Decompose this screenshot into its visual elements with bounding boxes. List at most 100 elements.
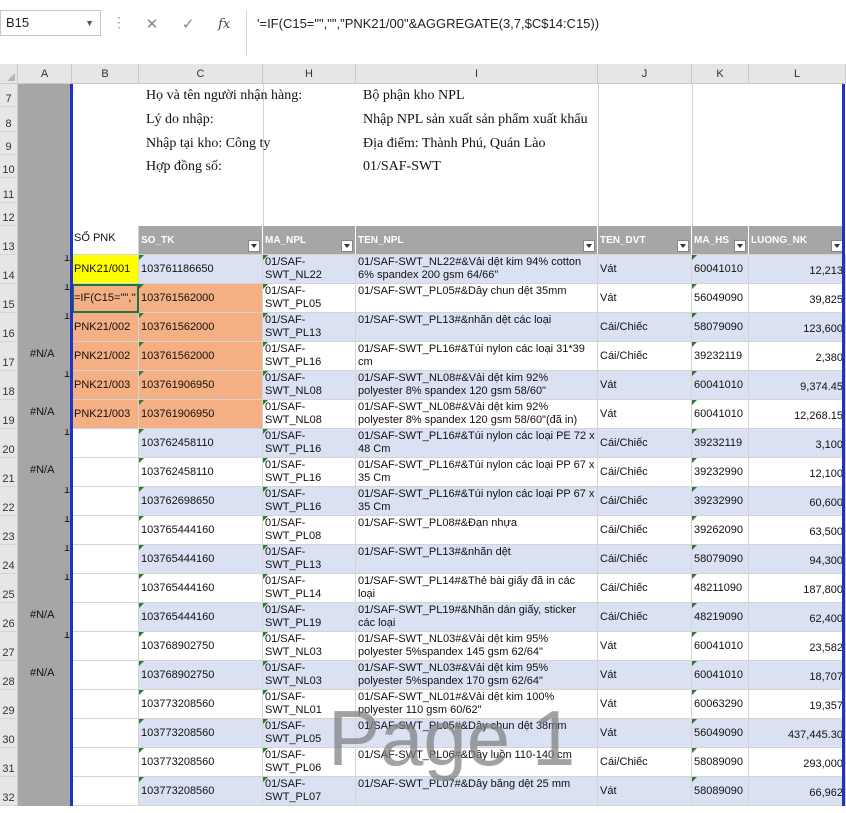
column-header-l[interactable]: L	[749, 64, 846, 84]
row-header[interactable]: 13	[0, 226, 18, 255]
cell-l[interactable]	[749, 132, 846, 155]
name-box[interactable]: B15 ▼	[0, 10, 101, 36]
chevron-down-icon[interactable]: ▼	[85, 11, 94, 35]
cell-j[interactable]: Cái/Chiếc	[598, 545, 692, 574]
cell-h[interactable]: 01/SAF-SWT_NL01	[263, 690, 356, 719]
cell-l[interactable]: 293,000	[749, 748, 846, 777]
row-header[interactable]: 22	[0, 487, 18, 516]
cell-c[interactable]: 103768902750	[139, 661, 263, 690]
info-label[interactable]: Hợp đồng số:	[146, 155, 356, 178]
cell-l[interactable]: 3,100	[749, 429, 846, 458]
column-header-k[interactable]: K	[692, 64, 749, 84]
cell-h[interactable]: 01/SAF-SWT_PL05	[263, 719, 356, 748]
row-header[interactable]: 17	[0, 342, 18, 371]
cell-h[interactable]: 01/SAF-SWT_PL13	[263, 313, 356, 342]
cell-i[interactable]: 01/SAF-SWT_NL03#&Vải dệt kim 95% polyest…	[356, 661, 598, 690]
cell-k[interactable]: 39232990	[692, 487, 749, 516]
cell-i[interactable]: 01/SAF-SWT_PL16#&Túi nylon các loại PP 6…	[356, 487, 598, 516]
cell-j[interactable]: Cái/Chiếc	[598, 429, 692, 458]
info-value[interactable]: Địa điểm: Thành Phú, Quán Lào	[363, 132, 603, 155]
cell-l[interactable]: 60,600	[749, 487, 846, 516]
cell-i[interactable]: 01/SAF-SWT_PL19#&Nhãn dán giấy, sticker …	[356, 603, 598, 632]
cell-k[interactable]: 48211090	[692, 574, 749, 603]
cell-h[interactable]: 01/SAF-SWT_PL07	[263, 777, 356, 806]
cell-h[interactable]: 01/SAF-SWT_PL16	[263, 429, 356, 458]
cell-l[interactable]: 12,268.15	[749, 400, 846, 429]
cell-j[interactable]: Cái/Chiếc	[598, 603, 692, 632]
cell-k[interactable]: 39232119	[692, 429, 749, 458]
row-header[interactable]: 18	[0, 371, 18, 400]
cell-j[interactable]: Vát	[598, 719, 692, 748]
cell-k[interactable]: 56049090	[692, 719, 749, 748]
cell-i[interactable]: 01/SAF-SWT_PL07#&Dây băng dệt 25 mm	[356, 777, 598, 806]
row-header[interactable]: 9	[0, 132, 18, 155]
row-header[interactable]: 11	[0, 178, 18, 203]
cell-b[interactable]	[72, 429, 139, 458]
row-header[interactable]: 31	[0, 748, 18, 777]
row-header[interactable]: 30	[0, 719, 18, 748]
cell-b[interactable]	[72, 155, 139, 178]
cell-b[interactable]: =IF(C15="","","	[72, 284, 139, 313]
cell-j[interactable]: Cái/Chiếc	[598, 313, 692, 342]
cell-c[interactable]: 103765444160	[139, 545, 263, 574]
cell-c[interactable]: 103761562000	[139, 342, 263, 371]
row-header[interactable]: 23	[0, 516, 18, 545]
cell-c[interactable]: 103768902750	[139, 632, 263, 661]
cell-a[interactable]: #N/A	[18, 603, 72, 632]
formula-bar[interactable]: '=IF(C15="","","PNK21/00"&AGGREGATE(3,7,…	[246, 10, 846, 56]
row-header[interactable]: 24	[0, 545, 18, 574]
cell-b[interactable]	[72, 777, 139, 806]
cell-k[interactable]	[692, 132, 749, 155]
cell-b[interactable]	[72, 719, 139, 748]
cell-c[interactable]: 103762458110	[139, 458, 263, 487]
cell-i[interactable]: 01/SAF-SWT_PL08#&Đạn nhựa	[356, 516, 598, 545]
row-header[interactable]: 8	[0, 107, 18, 132]
cell-j[interactable]: Vát	[598, 255, 692, 284]
cell-l[interactable]: 94,300	[749, 545, 846, 574]
cell-b[interactable]	[72, 690, 139, 719]
cell-h[interactable]	[263, 178, 356, 203]
cell-l[interactable]: 123,600	[749, 313, 846, 342]
cell-i[interactable]: 01/SAF-SWT_NL22#&Vải dệt kim 94% cotton …	[356, 255, 598, 284]
cell-j[interactable]	[598, 132, 692, 155]
cell-b[interactable]	[72, 661, 139, 690]
cell-c[interactable]: 103762458110	[139, 429, 263, 458]
cell-j[interactable]: Cái/Chiếc	[598, 748, 692, 777]
cell-a[interactable]	[18, 777, 72, 806]
cell-i[interactable]	[356, 178, 598, 203]
cell-i[interactable]: 01/SAF-SWT_PL13#&nhãn dệt	[356, 545, 598, 574]
cell-i[interactable]	[356, 203, 598, 226]
cell-l[interactable]	[749, 155, 846, 178]
table-header-k[interactable]: MA_HS	[692, 226, 749, 255]
cell-l[interactable]: 12,213	[749, 255, 846, 284]
cell-j[interactable]: Vát	[598, 400, 692, 429]
cell-a[interactable]: 1	[18, 429, 72, 458]
table-header-b[interactable]: SỐ PNK	[72, 226, 139, 255]
info-value[interactable]: 01/SAF-SWT	[363, 155, 603, 178]
cell-a[interactable]: #N/A	[18, 458, 72, 487]
table-header-i[interactable]: TEN_NPL	[356, 226, 598, 255]
cell-k[interactable]: 60041010	[692, 632, 749, 661]
row-header[interactable]: 10	[0, 155, 18, 178]
cell-l[interactable]: 19,357	[749, 690, 846, 719]
cell-k[interactable]: 48219090	[692, 603, 749, 632]
cell-l[interactable]	[749, 178, 846, 203]
column-header-a[interactable]: A	[18, 64, 72, 84]
cell-b[interactable]	[72, 107, 139, 132]
cell-k[interactable]: 58089090	[692, 777, 749, 806]
cell-i[interactable]: 01/SAF-SWT_PL05#&Dây chun dệt 38mm	[356, 719, 598, 748]
cell-i[interactable]: 01/SAF-SWT_NL08#&Vải dệt kim 92% polyest…	[356, 400, 598, 429]
info-label[interactable]: Lý do nhập:	[146, 107, 356, 132]
cell-h[interactable]	[263, 203, 356, 226]
cell-k[interactable]	[692, 155, 749, 178]
column-header-i[interactable]: I	[356, 64, 598, 84]
cell-j[interactable]: Vát	[598, 777, 692, 806]
cell-l[interactable]: 9,374.45	[749, 371, 846, 400]
cell-c[interactable]: 103765444160	[139, 574, 263, 603]
row-header[interactable]: 19	[0, 400, 18, 429]
cell-h[interactable]: 01/SAF-SWT_PL14	[263, 574, 356, 603]
cell-h[interactable]: 01/SAF-SWT_NL03	[263, 661, 356, 690]
row-header[interactable]: 14	[0, 255, 18, 284]
row-header[interactable]: 7	[0, 84, 18, 107]
cell-b[interactable]	[72, 458, 139, 487]
